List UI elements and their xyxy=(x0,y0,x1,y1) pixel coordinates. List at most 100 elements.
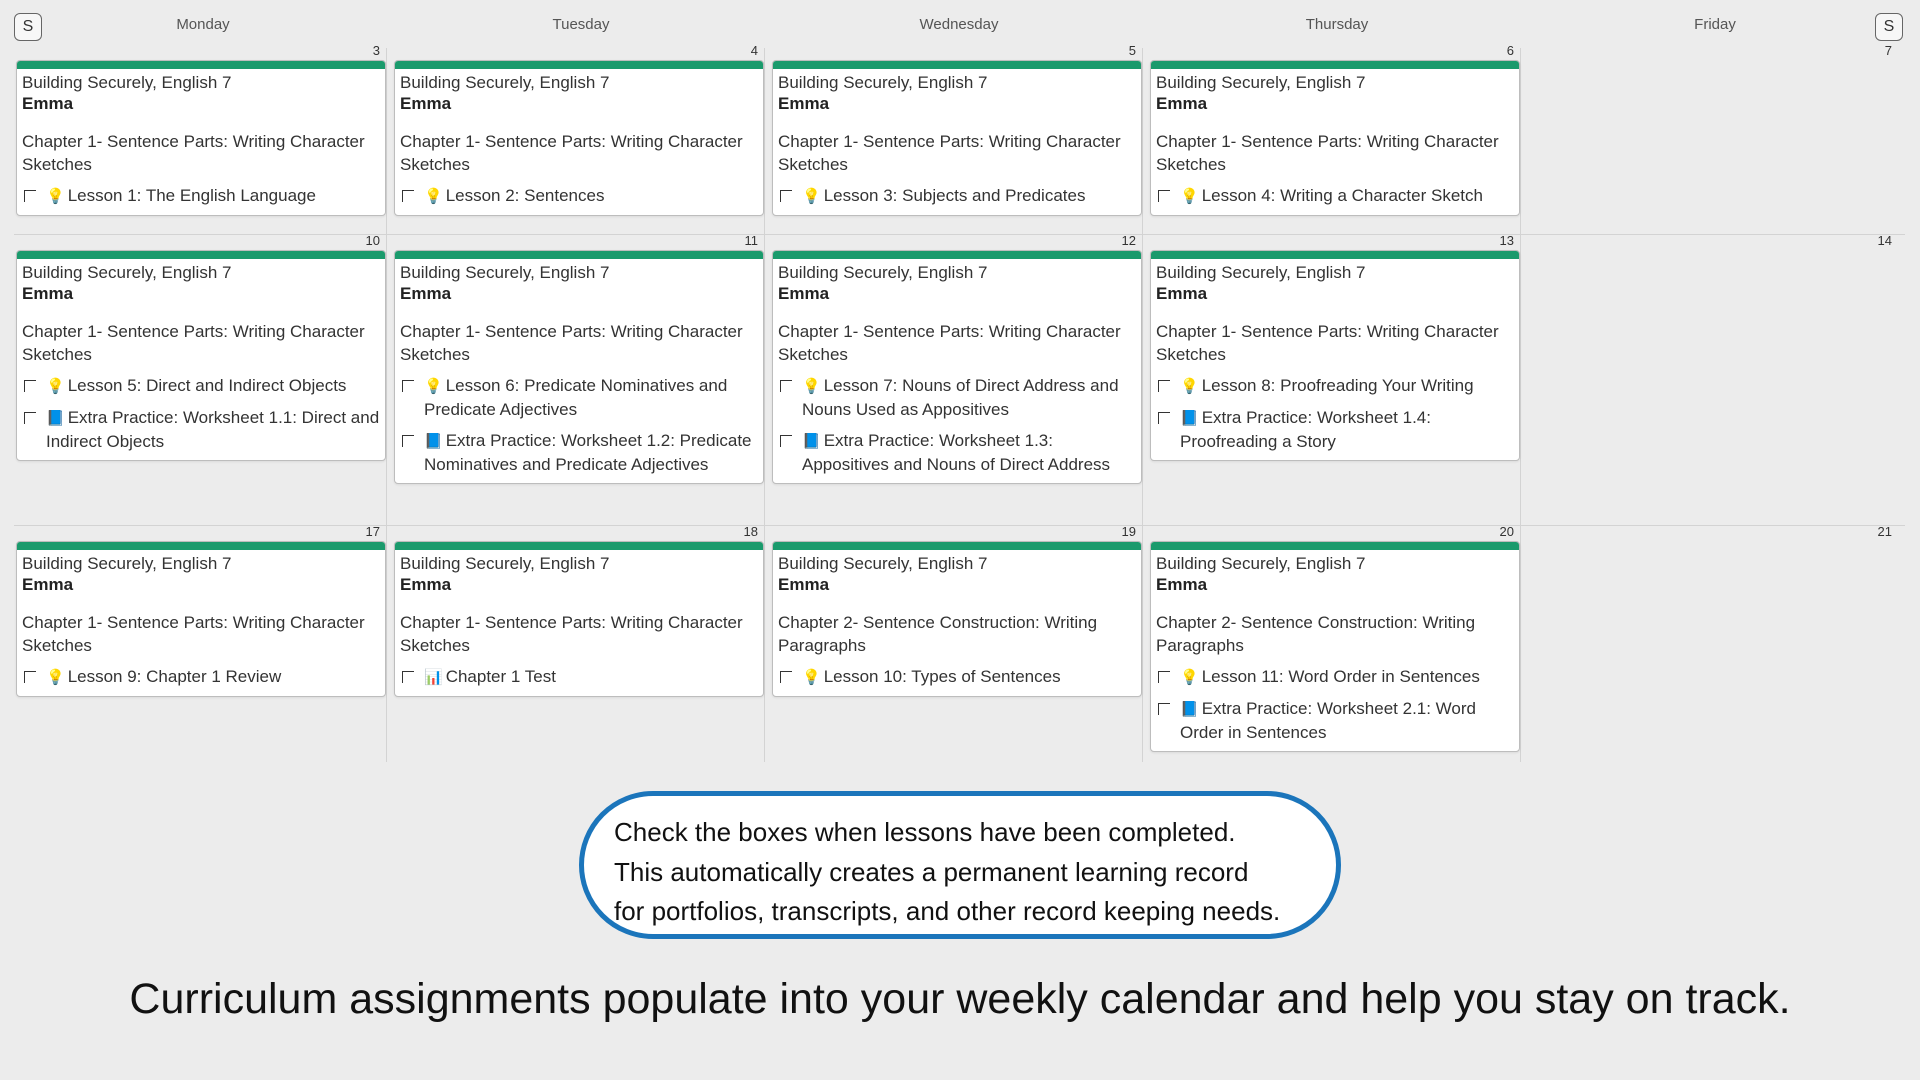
task-text: Extra Practice: Worksheet 2.1: Word Orde… xyxy=(1180,699,1476,742)
card-bottom-padding xyxy=(778,476,1136,483)
lightbulb-icon: 💡 xyxy=(1180,188,1199,205)
task-checkbox[interactable] xyxy=(402,380,414,392)
task-label: 💡 Lesson 6: Predicate Nominatives and Pre… xyxy=(424,374,758,421)
assignment-card[interactable]: Building Securely, English 7 Emma Chapter … xyxy=(772,60,1142,216)
book-icon: 📘 xyxy=(1180,410,1199,427)
card-body: Building Securely, English 7 Emma Chapter … xyxy=(17,259,385,460)
chapter-title: Chapter 1- Sentence Parts: Writing Chara… xyxy=(778,132,1121,174)
task-checkbox[interactable] xyxy=(402,435,414,447)
assignment-card[interactable]: Building Securely, English 7 Emma Chapter … xyxy=(394,541,764,697)
chart-icon: 📊 xyxy=(424,669,443,686)
lightbulb-icon: 💡 xyxy=(1180,669,1199,686)
date-number: 20 xyxy=(1499,524,1514,539)
date-number: 17 xyxy=(365,524,380,539)
card-bottom-padding xyxy=(400,476,758,483)
assignment-card[interactable]: Building Securely, English 7 Emma Chapter … xyxy=(1150,60,1520,216)
task-checkbox[interactable] xyxy=(1158,380,1170,392)
card-bottom-padding xyxy=(1156,453,1514,460)
lightbulb-icon: 💡 xyxy=(802,378,821,395)
task-checkbox[interactable] xyxy=(402,190,414,202)
card-body: Building Securely, English 7 Emma Chapter … xyxy=(773,259,1141,483)
assignment-card[interactable]: Building Securely, English 7 Emma Chapter … xyxy=(16,60,386,216)
card-body: Building Securely, English 7 Emma Chapter … xyxy=(395,259,763,483)
lightbulb-icon: 💡 xyxy=(46,669,65,686)
task-checkbox[interactable] xyxy=(24,671,36,683)
task-checkbox[interactable] xyxy=(780,190,792,202)
card-body: Building Securely, English 7 Emma Chapter … xyxy=(395,550,763,696)
callout-line: This automatically creates a permanent l… xyxy=(614,856,1249,887)
student-name: Emma xyxy=(400,575,452,594)
course-title: Building Securely, English 7 xyxy=(1156,263,1366,282)
student-name: Emma xyxy=(778,284,830,303)
date-number: 14 xyxy=(1877,233,1892,248)
task-checkbox[interactable] xyxy=(780,435,792,447)
lightbulb-icon: 💡 xyxy=(1180,378,1199,395)
card-body: Building Securely, English 7 Emma Chapter … xyxy=(395,69,763,215)
task-text: Chapter 1 Test xyxy=(445,667,556,686)
task-checkbox[interactable] xyxy=(1158,703,1170,715)
course-color-bar xyxy=(1151,61,1519,69)
task-checkbox[interactable] xyxy=(780,671,792,683)
day-header-tuesday: Tuesday xyxy=(552,16,610,33)
weekly-calendar: S S Monday Tuesday Wednesday Thursday Friday… xyxy=(0,0,1920,762)
book-icon: 📘 xyxy=(424,433,443,450)
task-checkbox[interactable] xyxy=(24,380,36,392)
task-label: 💡 Lesson 11: Word Order in Sentences xyxy=(1180,665,1480,689)
task-label: 💡 Lesson 4: Writing a Character Sketch xyxy=(1180,184,1483,208)
chapter-title: Chapter 1- Sentence Parts: Writing Chara… xyxy=(1156,322,1499,364)
task-label: 📘 Extra Practice: Worksheet 2.1: Word Ord… xyxy=(1180,697,1514,744)
task-label: 💡 Lesson 1: The English Language xyxy=(46,184,316,208)
assignment-card[interactable]: Building Securely, English 7 Emma Chapter … xyxy=(772,250,1142,484)
column-divider xyxy=(1142,48,1143,762)
card-bottom-padding xyxy=(1156,208,1514,215)
task-checkbox[interactable] xyxy=(1158,190,1170,202)
date-number: 4 xyxy=(750,43,758,58)
student-name: Emma xyxy=(778,94,830,113)
card-body: Building Securely, English 7 Emma Chapter … xyxy=(17,550,385,696)
day-header-monday: Monday xyxy=(176,16,230,33)
task-label: 📊 Chapter 1 Test xyxy=(424,665,556,689)
chapter-title: Chapter 1- Sentence Parts: Writing Chara… xyxy=(22,613,365,655)
task-text: Lesson 2: Sentences xyxy=(445,186,605,205)
course-title: Building Securely, English 7 xyxy=(22,73,232,92)
column-divider xyxy=(1520,48,1521,762)
course-title: Building Securely, English 7 xyxy=(1156,73,1366,92)
assignment-card[interactable]: Building Securely, English 7 Emma Chapter … xyxy=(394,250,764,484)
task-checkbox[interactable] xyxy=(24,190,36,202)
assignment-card[interactable]: Building Securely, English 7 Emma Chapter … xyxy=(1150,541,1520,752)
card-bottom-padding xyxy=(22,689,380,696)
card-body: Building Securely, English 7 Emma Chapter … xyxy=(1151,69,1519,215)
assignment-card[interactable]: Building Securely, English 7 Emma Chapter … xyxy=(772,541,1142,697)
student-name: Emma xyxy=(400,284,452,303)
book-icon: 📘 xyxy=(1180,701,1199,718)
chapter-title: Chapter 1- Sentence Parts: Writing Chara… xyxy=(400,132,743,174)
lightbulb-icon: 💡 xyxy=(802,669,821,686)
task-checkbox[interactable] xyxy=(780,380,792,392)
task-text: Lesson 9: Chapter 1 Review xyxy=(67,667,282,686)
assignment-card[interactable]: Building Securely, English 7 Emma Chapter … xyxy=(16,250,386,461)
date-number: 5 xyxy=(1128,43,1136,58)
task-label: 📘 Extra Practice: Worksheet 1.1: Direct a… xyxy=(46,406,380,453)
assignment-card[interactable]: Building Securely, English 7 Emma Chapter … xyxy=(1150,250,1520,461)
course-color-bar xyxy=(395,542,763,550)
course-title: Building Securely, English 7 xyxy=(778,554,988,573)
callout-line: for portfolios, transcripts, and other r… xyxy=(614,896,1281,926)
card-body: Building Securely, English 7 Emma Chapter … xyxy=(773,550,1141,696)
task-item: 💡 Lesson 6: Predicate Nominatives and Pre… xyxy=(400,374,758,421)
course-title: Building Securely, English 7 xyxy=(400,73,610,92)
instruction-callout: Check the boxes when lessons have been c… xyxy=(579,791,1341,939)
course-title: Building Securely, English 7 xyxy=(400,554,610,573)
chapter-title: Chapter 1- Sentence Parts: Writing Chara… xyxy=(22,132,365,174)
assignment-card[interactable]: Building Securely, English 7 Emma Chapter … xyxy=(394,60,764,216)
card-body: Building Securely, English 7 Emma Chapter … xyxy=(1151,259,1519,460)
task-label: 📘 Extra Practice: Worksheet 1.3: Appositi… xyxy=(802,429,1136,476)
student-name: Emma xyxy=(22,284,74,303)
task-checkbox[interactable] xyxy=(24,412,36,424)
task-checkbox[interactable] xyxy=(1158,412,1170,424)
task-item: 💡 Lesson 7: Nouns of Direct Address and N… xyxy=(778,374,1136,421)
task-checkbox[interactable] xyxy=(402,671,414,683)
student-name: Emma xyxy=(1156,94,1208,113)
task-checkbox[interactable] xyxy=(1158,671,1170,683)
assignment-card[interactable]: Building Securely, English 7 Emma Chapter … xyxy=(16,541,386,697)
chapter-title: Chapter 2- Sentence Construction: Writin… xyxy=(1156,613,1476,655)
